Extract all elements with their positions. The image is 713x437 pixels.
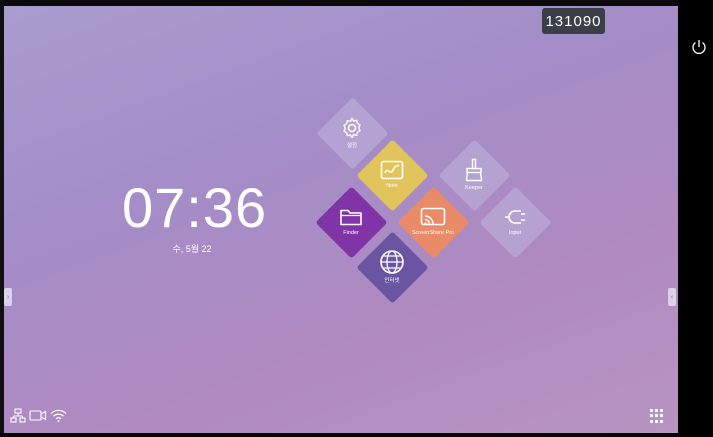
gear-icon (343, 117, 361, 139)
clock-date: 수, 5월 22 (172, 244, 212, 254)
broom-icon (465, 158, 483, 182)
app-tile-internet[interactable]: 인터넷 (355, 230, 429, 304)
chevron-right-icon: › (6, 293, 10, 301)
home-screen: 07:36 수, 5월 22 설정 Note Keeper Finder Scr… (4, 6, 678, 433)
camera-icon[interactable] (29, 408, 47, 423)
folder-icon (340, 209, 362, 226)
power-icon[interactable] (690, 38, 708, 56)
clock-time: 07:36 (122, 176, 268, 239)
app-label: Input (508, 230, 522, 236)
globe-icon (380, 250, 404, 274)
screenshare-icon (420, 207, 446, 226)
wifi-icon[interactable] (50, 408, 67, 423)
left-side-tab[interactable]: › (4, 288, 12, 306)
plug-icon (505, 210, 525, 224)
app-label: 인터넷 (384, 278, 400, 284)
app-tile-input[interactable]: Input (478, 185, 552, 259)
note-icon (380, 160, 404, 180)
id-badge: 131090 (542, 8, 605, 34)
network-icon[interactable] (10, 408, 26, 423)
right-bezel (678, 0, 713, 437)
left-bezel (0, 0, 4, 437)
chevron-left-icon: ‹ (670, 293, 674, 301)
bottom-bezel (0, 433, 713, 437)
top-bezel (0, 0, 713, 6)
apps-grid-icon[interactable] (650, 409, 664, 423)
right-side-tab[interactable]: ‹ (668, 288, 676, 306)
